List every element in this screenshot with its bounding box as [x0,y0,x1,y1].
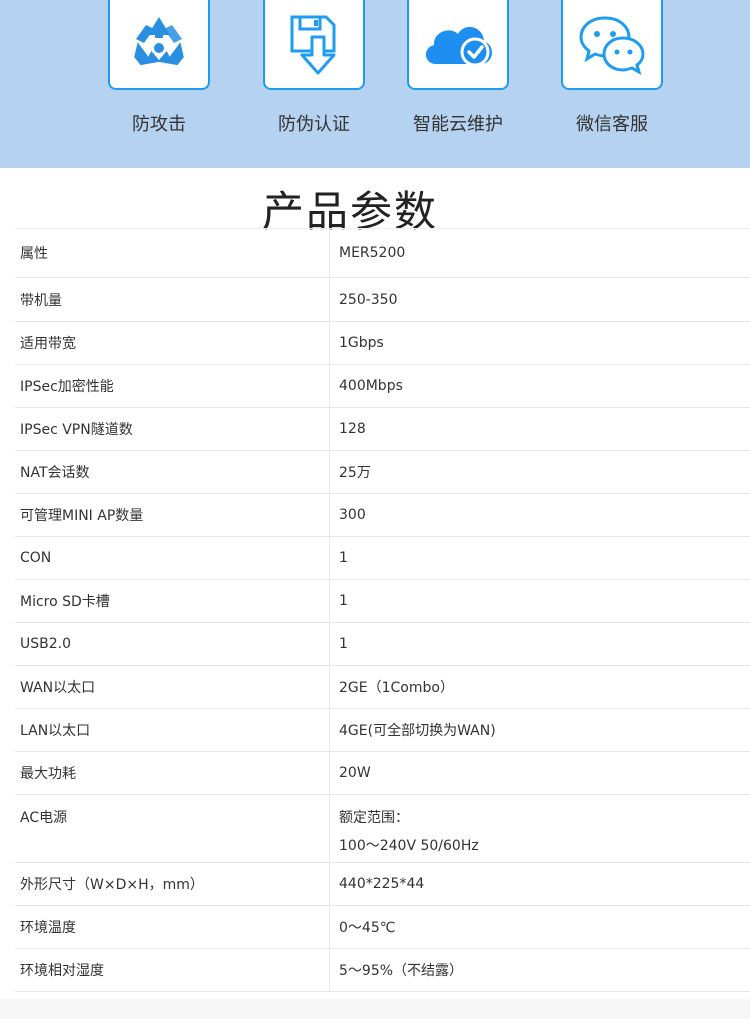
feature-box [407,0,509,90]
feature-label: 防攻击 [132,114,186,135]
spec-value: 1 [339,550,348,566]
spec-value: 1 [339,636,348,652]
feature-anti-fake: 防伪认证 [263,0,365,135]
feature-wechat-service: 微信客服 [561,0,663,135]
header-value: MER5200 [339,245,406,261]
spec-value: 400Mbps [339,378,403,394]
table-row: 带机量 250-350 [15,278,750,322]
spec-value: 0～45℃ [339,920,396,936]
table-row: AC电源 额定范围： 100～240V 50/60Hz [15,795,750,863]
spec-value-line2: 100～240V 50/60Hz [339,838,479,854]
spec-value: 2GE（1Combo） [339,680,454,696]
spec-key: LAN以太口 [15,709,330,751]
table-row: NAT会话数 25万 [15,451,750,494]
spec-key: IPSec VPN隧道数 [15,408,330,450]
recycle-icon [134,17,184,66]
feature-label: 微信客服 [576,114,648,135]
footer-strip [0,999,750,1019]
spec-value: 25万 [339,465,371,481]
spec-value: 440*225*44 [339,876,425,892]
spec-value: 额定范围： 100～240V 50/60Hz [330,795,750,862]
spec-key: USB2.0 [15,623,330,665]
table-row: 外形尺寸（W×D×H，mm） 440*225*44 [15,863,750,906]
table-row: USB2.0 1 [15,623,750,666]
table-row: 可管理MINI AP数量 300 [15,494,750,537]
spec-value: 1Gbps [339,335,384,351]
spec-key: 适用带宽 [15,322,330,364]
spec-key: 外形尺寸（W×D×H，mm） [15,863,330,905]
spec-key: NAT会话数 [15,451,330,493]
spec-key: IPSec加密性能 [15,365,330,407]
spec-table: 属性 MER5200 带机量 250-350 适用带宽 1Gbps IPSec加… [15,228,750,992]
spec-value: 250-350 [339,291,398,308]
table-row: Micro SD卡槽 1 [15,580,750,623]
table-row: 环境温度 0～45℃ [15,906,750,949]
spec-value: 128 [339,421,366,437]
spec-key: Micro SD卡槽 [15,580,330,622]
table-row: 环境相对湿度 5～95%（不结露） [15,949,750,992]
table-row: WAN以太口 2GE（1Combo） [15,666,750,709]
feature-anti-attack: 防攻击 [108,0,210,135]
spec-key: AC电源 [15,795,330,862]
spec-value: 5～95%（不结露） [339,963,464,979]
spec-value: 300 [339,507,366,523]
table-row: IPSec加密性能 400Mbps [15,365,750,408]
spec-value: 4GE(可全部切换为WAN) [339,723,496,739]
spec-key: 最大功耗 [15,752,330,794]
download-doc-icon [290,15,336,75]
spec-value-line1: 额定范围： [339,810,409,826]
table-row: IPSec VPN隧道数 128 [15,408,750,451]
feature-banner: 防攻击 防伪认证 智能云维护 微信客服 [0,0,750,168]
table-row: 最大功耗 20W [15,752,750,795]
spec-key: 环境相对湿度 [15,949,330,991]
wechat-icon [579,16,645,76]
table-row: LAN以太口 4GE(可全部切换为WAN) [15,709,750,752]
spec-value: 20W [339,765,371,781]
table-row: CON 1 [15,537,750,580]
feature-box [263,0,365,90]
table-header-row: 属性 MER5200 [15,228,750,278]
spec-key: 带机量 [15,278,330,321]
spec-key: WAN以太口 [15,666,330,708]
feature-label: 智能云维护 [413,114,503,135]
header-key: 属性 [15,229,330,277]
table-row: 适用带宽 1Gbps [15,322,750,365]
spec-key: CON [15,537,330,579]
feature-box [108,0,210,90]
feature-label: 防伪认证 [278,114,350,135]
spec-key: 环境温度 [15,906,330,948]
feature-cloud-maintenance: 智能云维护 [407,0,509,135]
spec-value: 1 [339,593,348,609]
cloud-check-icon [425,27,492,67]
feature-box [561,0,663,90]
spec-key: 可管理MINI AP数量 [15,494,330,536]
